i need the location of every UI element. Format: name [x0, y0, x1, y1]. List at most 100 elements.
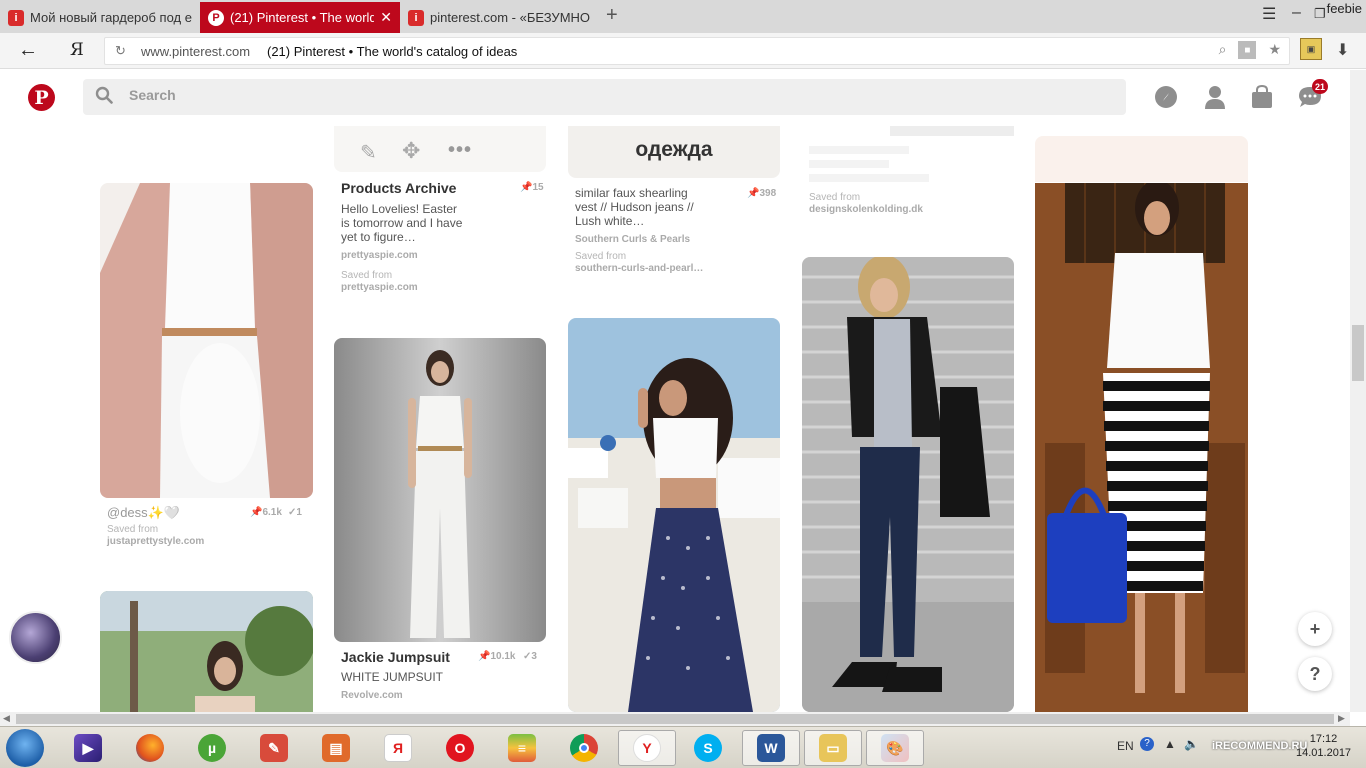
pin-image-white-jumpsuit[interactable]	[334, 338, 546, 642]
pin-title[interactable]: Jackie Jumpsuit	[341, 649, 450, 665]
watermark-logo: iRECOMMEND.RU	[1212, 740, 1308, 752]
shopping-bag-icon[interactable]	[1249, 84, 1275, 110]
pin-domain[interactable]: prettyaspie.com	[341, 250, 418, 261]
taskbar-word[interactable]: W	[742, 730, 800, 766]
pin-image-white-outfit-pink-coat[interactable]	[100, 183, 313, 498]
taskbar-chrome[interactable]	[558, 730, 610, 766]
scroll-right-arrow-icon[interactable]: ▶	[1338, 713, 1345, 724]
bluestacks-icon: ≡	[508, 734, 536, 762]
back-arrow-icon[interactable]: ←	[18, 39, 38, 62]
pin-source-label: Saved from	[809, 192, 861, 203]
search-icon	[95, 86, 113, 104]
search-input[interactable]	[129, 87, 1029, 103]
pin-image-woman-garden[interactable]	[100, 591, 313, 712]
pin-title: @dess✨🤍	[107, 505, 181, 520]
paint-palette-icon: 🎨	[881, 734, 909, 762]
notification-badge: 21	[1312, 79, 1329, 94]
start-button[interactable]	[6, 729, 44, 767]
taskbar-yandex-browser[interactable]: Y	[618, 730, 676, 766]
taskbar-utorrent[interactable]: µ	[186, 730, 238, 766]
user-avatar[interactable]	[9, 611, 62, 664]
language-indicator[interactable]: EN	[1117, 739, 1134, 753]
screenshot-extension-icon[interactable]: ▣	[1300, 38, 1322, 60]
pin-source-link[interactable]: designskolenkolding.dk	[809, 204, 923, 215]
tab-pinterest[interactable]: P (21) Pinterest • The world ✕	[200, 2, 400, 33]
volume-icon[interactable]: 🔈	[1184, 737, 1199, 751]
pin-image-santorini-polka-skirt[interactable]	[568, 318, 780, 712]
pin-repin-count: 📌398	[747, 188, 777, 199]
pin-image-striped-skirt-blue-bag[interactable]	[1035, 183, 1248, 712]
vertical-scrollbar-thumb[interactable]	[1352, 325, 1364, 381]
pinterest-logo[interactable]: P	[28, 84, 55, 111]
pin-board-name[interactable]: Southern Curls & Pearls	[575, 234, 690, 245]
url-page-title: (21) Pinterest • The world's catalog of …	[267, 44, 518, 59]
url-field[interactable]: ↻ www.pinterest.com (21) Pinterest • The…	[104, 37, 1290, 65]
pin-like-count: ✓1	[288, 507, 302, 518]
taskbar-opera[interactable]: O	[434, 730, 486, 766]
search-bar[interactable]	[83, 79, 1126, 115]
utorrent-icon: µ	[198, 734, 226, 762]
help-button[interactable]: ?	[1298, 657, 1332, 691]
tab-wardrobe[interactable]: i Мой новый гардероб под е	[0, 2, 200, 33]
taskbar-explorer[interactable]: ▭	[804, 730, 862, 766]
pin-image-partial[interactable]	[1035, 136, 1248, 182]
taskbar-paint[interactable]: 🎨	[866, 730, 924, 766]
star-icon[interactable]: ★	[1268, 41, 1281, 59]
clock-time: 17:12	[1309, 733, 1338, 745]
browser-tab-bar: i Мой новый гардероб под е P (21) Pinter…	[0, 0, 1366, 33]
pin-description: WHITE JUMPSUIT	[341, 670, 443, 684]
pin-image-leather-jacket-jeans[interactable]	[802, 257, 1014, 712]
yandex-icon: Я	[384, 734, 412, 762]
new-tab-button[interactable]: +	[606, 4, 618, 27]
edit-pencil-icon[interactable]: ✎	[360, 140, 377, 165]
tab-title: pinterest.com - «БЕЗУМНО	[430, 10, 591, 25]
pin-source-link[interactable]: justaprettystyle.com	[107, 536, 204, 547]
taskbar-presentation[interactable]: ▤	[310, 730, 362, 766]
profile-icon[interactable]	[1202, 84, 1228, 110]
restore-button[interactable]: ❐	[1314, 6, 1326, 22]
pin-text-partial	[809, 174, 929, 182]
scroll-left-arrow-icon[interactable]: ◀	[3, 713, 10, 724]
chrome-icon	[570, 734, 598, 762]
taskbar-media-player[interactable]: ▶	[62, 730, 114, 766]
help-tray-icon[interactable]: ?	[1140, 737, 1154, 751]
taskbar-skype[interactable]: S	[682, 730, 734, 766]
yandex-logo[interactable]: Я	[70, 40, 84, 60]
close-icon[interactable]: ✕	[380, 9, 392, 26]
taskbar-bluestacks[interactable]: ≡	[496, 730, 548, 766]
compass-explore-icon[interactable]	[1153, 84, 1179, 110]
lock-icon[interactable]: ■	[1238, 41, 1257, 59]
more-options-icon[interactable]: •••	[448, 139, 472, 162]
system-clock[interactable]: 17:12 14.01.2017	[1296, 732, 1351, 760]
download-icon[interactable]: ⬇	[1336, 40, 1349, 60]
chevron-up-icon[interactable]: ▲	[1164, 737, 1176, 751]
minimize-button[interactable]: –	[1292, 4, 1301, 22]
move-icon[interactable]: ✥	[402, 138, 420, 164]
pin-domain[interactable]: Revolve.com	[341, 690, 403, 701]
add-pin-button[interactable]: +	[1298, 612, 1332, 646]
pin-image-partial[interactable]	[890, 126, 1014, 136]
pin-description-line: Lush white…	[575, 214, 645, 228]
vertical-scrollbar[interactable]	[1350, 70, 1366, 712]
translate-icon[interactable]: ⌕	[1219, 41, 1227, 59]
folder-icon: ▭	[819, 734, 847, 762]
pin-title[interactable]: Products Archive	[341, 180, 456, 196]
pinterest-header: P 21	[0, 70, 1350, 126]
taskbar-paint-app[interactable]: ✎	[248, 730, 300, 766]
tab-title: Мой новый гардероб под е	[30, 10, 192, 25]
reload-icon[interactable]: ↻	[115, 43, 126, 59]
firefox-icon	[136, 734, 164, 762]
taskbar-yandex[interactable]: Я	[372, 730, 424, 766]
pinterest-icon: P	[208, 9, 224, 26]
menu-icon[interactable]: ☰	[1262, 4, 1276, 24]
horizontal-scrollbar-thumb[interactable]	[16, 714, 1334, 724]
pin-source-link[interactable]: southern-curls-and-pearl…	[575, 263, 703, 274]
windows-taskbar: ▶ µ ✎ ▤ Я O ≡ Y S W ▭ 🎨 EN ? ▲ 🔈 iRECOMM…	[0, 726, 1366, 768]
yandex-i-icon: i	[408, 9, 424, 26]
tab-pinterest-review[interactable]: i pinterest.com - «БЕЗУМНО	[400, 2, 600, 33]
user-name: feebie	[1326, 1, 1362, 16]
taskbar-firefox[interactable]	[124, 730, 176, 766]
pin-source-link[interactable]: prettyaspie.com	[341, 282, 418, 293]
clock-date: 14.01.2017	[1296, 747, 1352, 759]
pin-repin-count: 📌15	[520, 182, 544, 193]
